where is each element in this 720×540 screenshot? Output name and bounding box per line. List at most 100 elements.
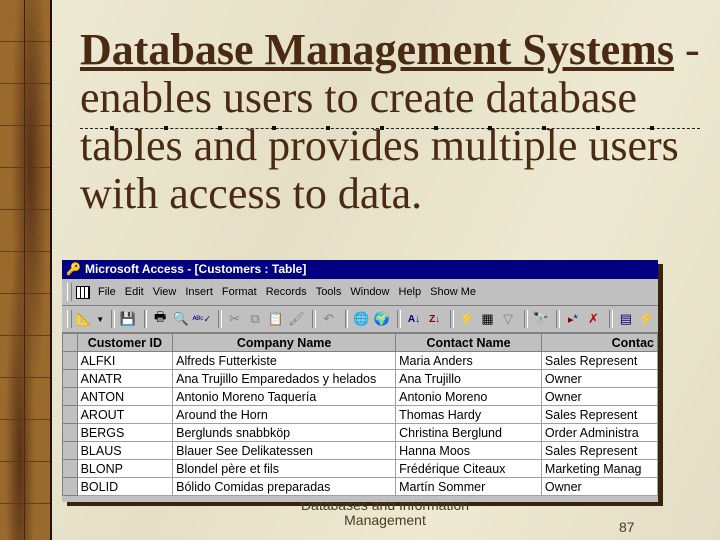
design-view-icon[interactable]: 📐 [76,310,94,328]
database-window-icon[interactable]: ▤ [617,310,635,328]
column-header[interactable]: Company Name [172,333,397,352]
table-cell[interactable]: Ana Trujillo [395,369,542,388]
copy-icon[interactable]: ⧉ [246,310,264,328]
menu-format[interactable]: Format [222,286,257,298]
menu-show-me[interactable]: Show Me [430,286,476,298]
apply-filter-icon[interactable]: ▽ [499,310,517,328]
record-selector[interactable] [62,405,78,424]
chevron-down-icon[interactable]: ▼ [96,310,104,328]
menu-help[interactable]: Help [399,286,422,298]
record-selector[interactable] [62,477,78,496]
web-toolbar-icon[interactable]: 🌍 [373,310,391,328]
table-cell[interactable]: BERGS [76,423,174,442]
header-row: Customer ID Company Name Contact Name Co… [62,333,658,352]
menu-records[interactable]: Records [266,286,307,298]
record-selector[interactable] [62,369,78,388]
paste-icon[interactable]: 📋 [267,310,285,328]
decorative-border [0,0,52,540]
table-cell[interactable]: Sales Represent [540,441,658,460]
hyperlink-icon[interactable]: 🌐 [352,310,370,328]
record-selector[interactable] [62,423,78,442]
table-row[interactable]: ALFKI Alfreds Futterkiste Maria Anders Sale… [62,351,658,370]
sort-descending-icon[interactable]: Z↓ [426,310,444,328]
page-number: 87 [619,519,635,535]
table-cell[interactable]: Christina Berglund [395,423,542,442]
table-row[interactable]: AROUT Around the Horn Thomas Hardy Sales Re… [62,405,658,424]
table-row[interactable]: BOLID Bólido Comidas preparadas Martín Som… [62,477,658,496]
toolbar-grip[interactable] [67,310,72,328]
cut-icon[interactable]: ✂ [226,310,244,328]
table-row[interactable]: ANTON Antonio Moreno Taquería Antonio More… [62,387,658,406]
customers-table: Customer ID Company Name Contact Name Co… [62,333,658,496]
select-all-cell[interactable] [62,333,78,352]
table-cell[interactable]: Ana Trujillo Emparedados y helados [172,369,397,388]
table-cell[interactable]: BLONP [76,459,174,478]
table-cell[interactable]: Around the Horn [172,405,397,424]
access-window: 🔑 Microsoft Access - [Customers : Table]… [62,260,658,502]
undo-icon[interactable]: ↶ [320,310,338,328]
table-cell[interactable]: Owner [540,387,658,406]
table-cell[interactable]: ANTON [76,387,174,406]
filter-by-selection-icon[interactable]: ⚡ [458,310,476,328]
table-row[interactable]: BLAUS Blauer See Delikatessen Hanna Moos Sa… [62,441,658,460]
table-cell[interactable]: Antonio Moreno [395,387,542,406]
table-cell[interactable]: Blondel père et fils [172,459,397,478]
table-cell[interactable]: Owner [540,477,658,496]
record-selector[interactable] [62,351,78,370]
table-cell[interactable]: ANATR [76,369,174,388]
toolbar-grip[interactable] [67,283,72,301]
print-icon[interactable]: 🖶 [151,309,169,328]
column-header[interactable]: Contact Name [395,333,542,352]
datasheet: Customer ID Company Name Contact Name Co… [62,333,658,496]
table-cell[interactable]: AROUT [76,405,174,424]
menu-edit[interactable]: Edit [125,286,144,298]
table-cell[interactable]: BLAUS [76,441,174,460]
separator [344,310,349,328]
table-row[interactable]: ANATR Ana Trujillo Emparedados y helados A… [62,369,658,388]
table-cell[interactable]: Order Administra [540,423,658,442]
table-cell[interactable]: Hanna Moos [395,441,542,460]
menu-file[interactable]: File [98,286,116,298]
access-key-icon: 🔑 [66,262,81,276]
table-cell[interactable]: Sales Represent [540,351,658,370]
menu-tools[interactable]: Tools [316,286,342,298]
table-row[interactable]: BERGS Berglunds snabbköp Christina Berglun… [62,423,658,442]
sort-ascending-icon[interactable]: A↓ [405,310,423,328]
separator [609,310,614,328]
table-cell[interactable]: Marketing Manag [540,459,658,478]
menu-insert[interactable]: Insert [185,286,213,298]
find-icon[interactable]: 🔭 [532,310,550,328]
table-cell[interactable]: Frédérique Citeaux [395,459,542,478]
table-cell[interactable]: Martín Sommer [395,477,542,496]
menu-window[interactable]: Window [350,286,389,298]
table-icon[interactable] [76,285,90,299]
separator [523,310,528,328]
table-cell[interactable]: Blauer See Delikatessen [172,441,397,460]
table-cell[interactable]: Alfreds Futterkiste [172,351,397,370]
spelling-icon[interactable]: ᴬᴮᶜ✓ [192,310,211,328]
table-cell[interactable]: Sales Represent [540,405,658,424]
format-painter-icon[interactable]: 🖌 [288,310,306,328]
delete-record-icon[interactable]: ✗ [585,310,603,328]
separator [312,310,316,328]
new-object-icon[interactable]: ⚡ [638,310,656,328]
table-cell[interactable]: Berglunds snabbköp [172,423,397,442]
table-cell[interactable]: Bólido Comidas preparadas [172,477,397,496]
record-selector[interactable] [62,459,78,478]
record-selector[interactable] [62,387,78,406]
table-cell[interactable]: BOLID [76,477,174,496]
table-row[interactable]: BLONP Blondel père et fils Frédérique Cite… [62,459,658,478]
menu-view[interactable]: View [153,286,177,298]
table-cell[interactable]: Maria Anders [395,351,542,370]
save-icon[interactable]: 💾 [119,310,137,328]
print-preview-icon[interactable]: 🔍 [172,310,190,328]
new-record-icon[interactable]: ▸ * [564,310,582,328]
filter-by-form-icon[interactable]: ▦ [479,310,497,328]
column-header[interactable]: Contac [540,333,658,352]
table-cell[interactable]: Thomas Hardy [395,405,542,424]
column-header[interactable]: Customer ID [76,333,174,352]
table-cell[interactable]: ALFKI [76,351,174,370]
record-selector[interactable] [62,441,78,460]
table-cell[interactable]: Owner [540,369,658,388]
table-cell[interactable]: Antonio Moreno Taquería [172,387,397,406]
